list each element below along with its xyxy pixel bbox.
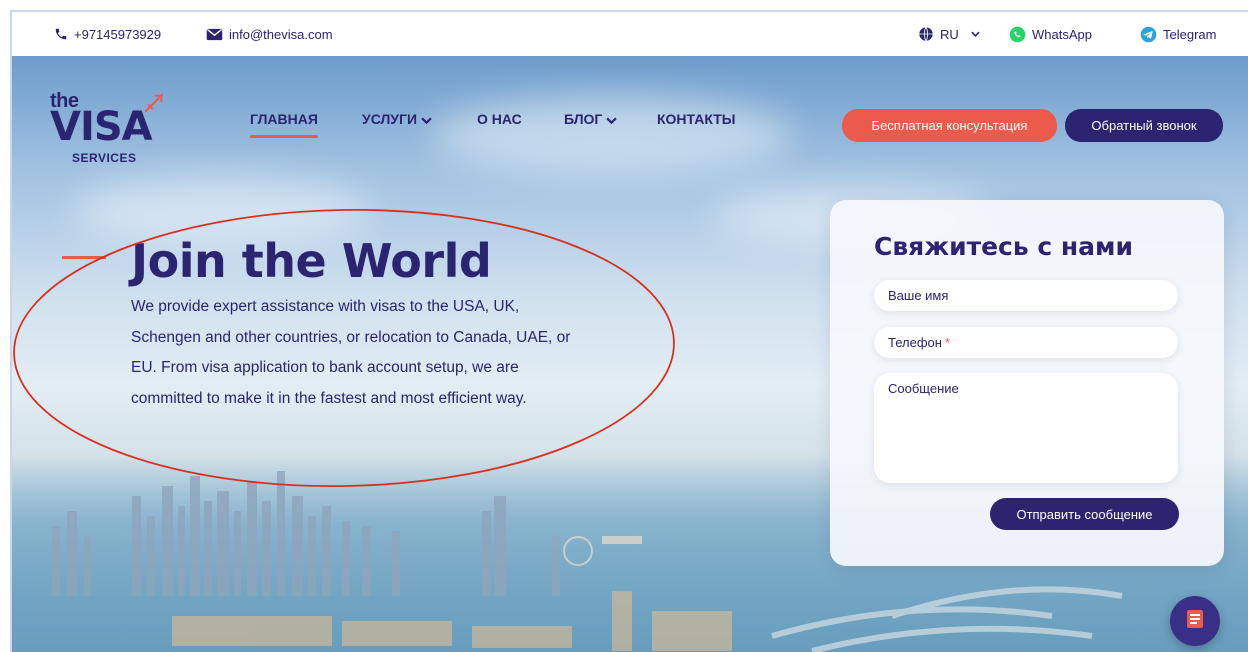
whatsapp-icon bbox=[1009, 26, 1026, 43]
chevron-down-icon bbox=[606, 111, 618, 127]
whatsapp-label: WhatsApp bbox=[1032, 26, 1092, 42]
email-address: info@thevisa.com bbox=[229, 26, 333, 42]
telegram-link[interactable]: Telegram bbox=[1140, 26, 1216, 43]
top-bar: +97145973929 info@thevisa.com RU WhatsAp… bbox=[12, 12, 1248, 56]
callback-button[interactable]: Обратный звонок bbox=[1065, 109, 1223, 142]
nav-item-services[interactable]: УСЛУГИ bbox=[362, 111, 432, 127]
mail-icon bbox=[206, 28, 223, 41]
logo-text-visa: VISA bbox=[50, 104, 153, 150]
phone-icon bbox=[54, 27, 68, 41]
phone-input[interactable]: Телефон * bbox=[874, 327, 1178, 358]
telegram-icon bbox=[1140, 26, 1157, 43]
message-placeholder: Сообщение bbox=[888, 381, 959, 396]
red-circle-annotation bbox=[13, 209, 675, 487]
contact-form-card: Свяжитесь с нами Ваше имя Телефон * Сооб… bbox=[830, 200, 1224, 566]
contact-form-title: Свяжитесь с нами bbox=[874, 232, 1134, 261]
free-consultation-button[interactable]: Бесплатная консультация bbox=[842, 109, 1057, 142]
telegram-label: Telegram bbox=[1163, 26, 1217, 42]
nav-item-label: О НАС bbox=[477, 111, 522, 127]
chevron-down-icon bbox=[421, 111, 432, 127]
email-link[interactable]: info@thevisa.com bbox=[206, 27, 333, 42]
floating-form-button[interactable] bbox=[1170, 596, 1220, 646]
language-selector[interactable]: RU bbox=[918, 26, 980, 42]
globe-icon bbox=[918, 26, 934, 42]
send-message-button[interactable]: Отправить сообщение bbox=[990, 498, 1179, 530]
nav-item-home[interactable]: ГЛАВНАЯ bbox=[250, 111, 318, 138]
logo-text-services: SERVICES bbox=[72, 151, 137, 165]
phone-link[interactable]: +97145973929 bbox=[54, 27, 161, 42]
site-logo[interactable]: the VISA SERVICES bbox=[50, 90, 190, 170]
required-asterisk: * bbox=[944, 335, 950, 350]
language-label: RU bbox=[940, 26, 959, 42]
nav-item-label: КОНТАКТЫ bbox=[657, 111, 736, 127]
chevron-down-icon bbox=[971, 31, 980, 37]
nav-item-blog[interactable]: БЛОГ bbox=[564, 111, 618, 127]
phone-number: +97145973929 bbox=[74, 26, 162, 42]
document-icon bbox=[1186, 609, 1204, 634]
nav-item-about[interactable]: О НАС bbox=[477, 111, 522, 127]
phone-placeholder: Телефон bbox=[888, 335, 942, 350]
message-textarea[interactable]: Сообщение bbox=[874, 373, 1178, 483]
whatsapp-link[interactable]: WhatsApp bbox=[1009, 26, 1092, 43]
nav-item-contacts[interactable]: КОНТАКТЫ bbox=[657, 111, 735, 127]
name-input[interactable]: Ваше имя bbox=[874, 280, 1178, 311]
nav-item-label: ГЛАВНАЯ bbox=[250, 111, 318, 127]
nav-item-label: БЛОГ bbox=[564, 111, 603, 127]
nav-item-label: УСЛУГИ bbox=[362, 111, 418, 127]
browser-viewport: +97145973929 info@thevisa.com RU WhatsAp… bbox=[10, 10, 1248, 652]
name-placeholder: Ваше имя bbox=[888, 288, 949, 303]
